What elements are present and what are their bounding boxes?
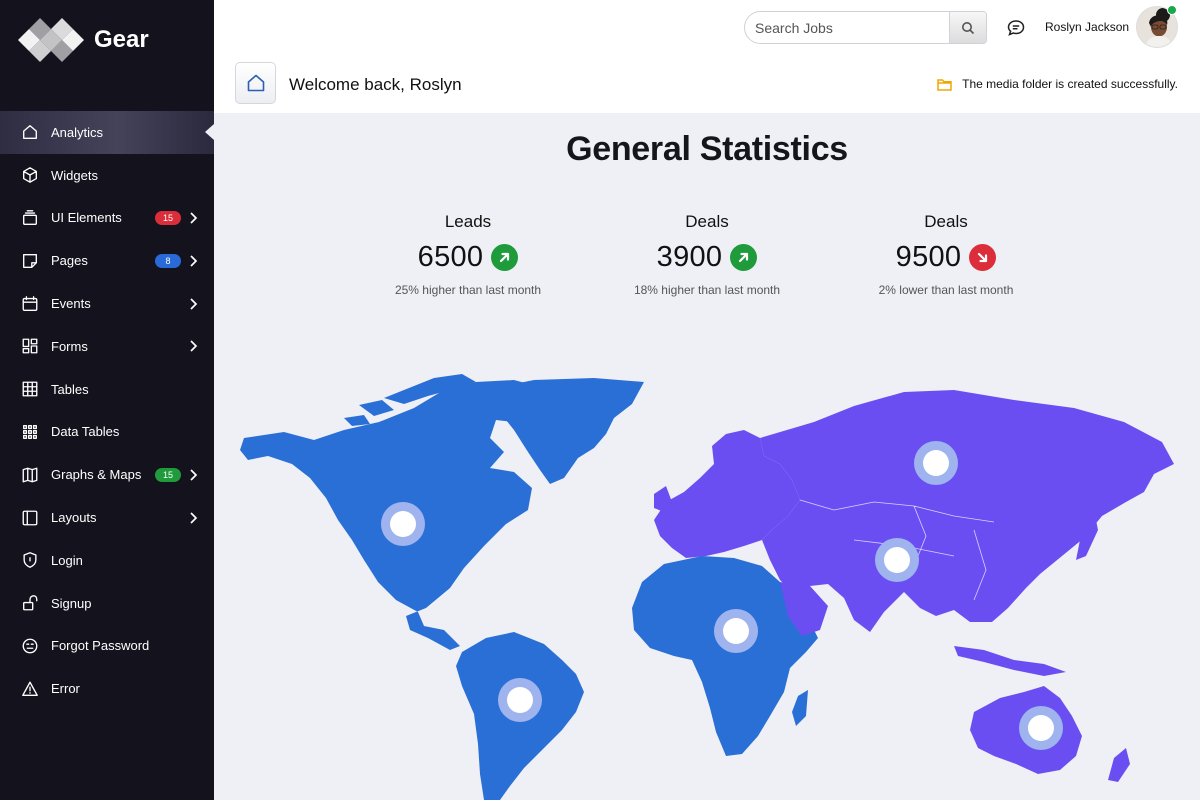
sidebar-item-forms[interactable]: Forms — [0, 325, 214, 368]
unlock-icon — [20, 593, 40, 613]
chevron-right-icon — [186, 339, 200, 353]
sidebar-item-label: Tables — [51, 381, 89, 397]
sidebar-item-label: Events — [51, 296, 91, 312]
stat-note: 25% higher than last month — [394, 283, 542, 297]
layout-icon — [20, 508, 40, 528]
chevron-right-icon — [186, 297, 200, 311]
map-marker-north-america[interactable] — [381, 502, 425, 546]
stat-note: 18% higher than last month — [633, 283, 781, 297]
layers-icon — [20, 208, 40, 228]
sidebar-item-ui-elements[interactable]: UI Elements 15 — [0, 197, 214, 240]
notification-text: The media folder is created successfully… — [962, 77, 1178, 91]
count-badge: 15 — [155, 210, 181, 225]
sidebar-item-error[interactable]: Error — [0, 667, 214, 710]
count-badge: 15 — [155, 467, 181, 482]
sidebar-nav: Analytics Widgets UI Elements 15 Pages 8… — [0, 111, 214, 710]
sidebar-item-forgot-password[interactable]: Forgot Password — [0, 625, 214, 668]
warning-icon — [20, 679, 40, 699]
chevron-right-icon — [186, 254, 200, 268]
cube-icon — [20, 165, 40, 185]
user-name[interactable]: Roslyn Jackson — [1045, 20, 1129, 34]
welcome-message: Welcome back, Roslyn — [289, 75, 462, 94]
stat-label: Deals — [924, 212, 968, 231]
search-input[interactable] — [745, 12, 949, 43]
stat-card-deals: Deals 3900 18% higher than last month — [597, 212, 817, 297]
map-region-madagascar — [792, 690, 808, 726]
stat-label: Deals — [685, 212, 729, 231]
sidebar-item-label: Data Tables — [51, 424, 120, 440]
search-box — [744, 11, 987, 44]
sidebar-item-layouts[interactable]: Layouts — [0, 496, 214, 539]
trend-down-icon — [969, 243, 997, 271]
home-icon — [20, 122, 40, 142]
sidebar-item-tables[interactable]: Tables — [0, 368, 214, 411]
neutral-face-icon — [20, 636, 40, 656]
chevron-right-icon — [186, 211, 200, 225]
map-marker-australia[interactable] — [1019, 706, 1063, 750]
count-badge: 8 — [155, 253, 181, 268]
sidebar-item-analytics[interactable]: Analytics — [0, 111, 214, 154]
shield-icon — [20, 550, 40, 570]
trend-up-icon — [491, 243, 519, 271]
home-icon — [247, 74, 264, 92]
chevron-right-icon — [186, 468, 200, 482]
map-region-greenland — [484, 378, 644, 484]
top-bar: Roslyn Jackson Welcome back, Roslyn The … — [214, 0, 1200, 113]
sidebar-item-label: Forgot Password — [51, 638, 150, 654]
online-status-dot — [1167, 5, 1177, 15]
map-icon — [20, 465, 40, 485]
sidebar-item-label: Analytics — [51, 124, 104, 140]
sidebar-item-graphs-maps[interactable]: Graphs & Maps 15 — [0, 453, 214, 496]
map-marker-russia[interactable] — [914, 441, 958, 485]
table-icon — [20, 379, 40, 399]
map-marker-africa[interactable] — [714, 609, 758, 653]
stat-label: Leads — [444, 212, 492, 231]
sidebar-item-label: Login — [51, 552, 83, 568]
map-marker-south-america[interactable] — [498, 678, 542, 722]
sidebar-item-signup[interactable]: Signup — [0, 582, 214, 625]
stat-value: 9500 — [895, 240, 962, 273]
sidebar-item-label: Graphs & Maps — [51, 467, 142, 483]
search-button[interactable] — [949, 12, 986, 43]
trend-up-icon — [730, 243, 758, 271]
sidebar-item-label: Widgets — [51, 167, 98, 183]
map-marker-china[interactable] — [875, 538, 919, 582]
sidebar-item-label: Forms — [51, 338, 88, 354]
sidebar-item-events[interactable]: Events — [0, 282, 214, 325]
stat-card-leads: Leads 6500 25% higher than last month — [358, 212, 578, 297]
home-button[interactable] — [235, 62, 276, 104]
notification-message: The media folder is created successfully… — [937, 77, 1178, 91]
sidebar-item-label: Pages — [51, 253, 88, 269]
page-title: General Statistics — [566, 130, 848, 168]
calendar-icon — [20, 294, 40, 314]
sidebar: Gear Analytics Widgets UI Elements 15 Pa… — [0, 0, 214, 800]
sidebar-item-label: Signup — [51, 595, 92, 611]
chevron-right-icon — [186, 511, 200, 525]
map-region-asia[interactable] — [760, 390, 1174, 632]
folder-icon — [937, 78, 952, 91]
pages-icon — [20, 251, 40, 271]
map-region-new-zealand — [1108, 748, 1130, 782]
stat-value: 3900 — [656, 240, 723, 273]
sidebar-item-login[interactable]: Login — [0, 539, 214, 582]
map-region-indonesia — [954, 646, 1066, 676]
sidebar-item-pages[interactable]: Pages 8 — [0, 239, 214, 282]
sidebar-item-label: UI Elements — [51, 210, 122, 226]
sidebar-item-data-tables[interactable]: Data Tables — [0, 411, 214, 454]
brand-name: Gear — [94, 26, 149, 53]
search-icon — [962, 21, 975, 34]
sidebar-item-widgets[interactable]: Widgets — [0, 154, 214, 197]
chat-icon[interactable] — [1006, 18, 1026, 38]
sidebar-item-label: Error — [51, 681, 80, 697]
dots-grid-icon — [20, 422, 40, 442]
stat-card-deals-2: Deals 9500 2% lower than last month — [836, 212, 1056, 297]
world-map — [214, 360, 1200, 800]
sidebar-item-label: Layouts — [51, 510, 97, 526]
diamonds-logo-icon — [18, 18, 84, 62]
stat-value: 6500 — [417, 240, 484, 273]
brand-logo[interactable]: Gear — [18, 18, 149, 62]
stat-note: 2% lower than last month — [878, 283, 1014, 297]
forms-grid-icon — [20, 336, 40, 356]
